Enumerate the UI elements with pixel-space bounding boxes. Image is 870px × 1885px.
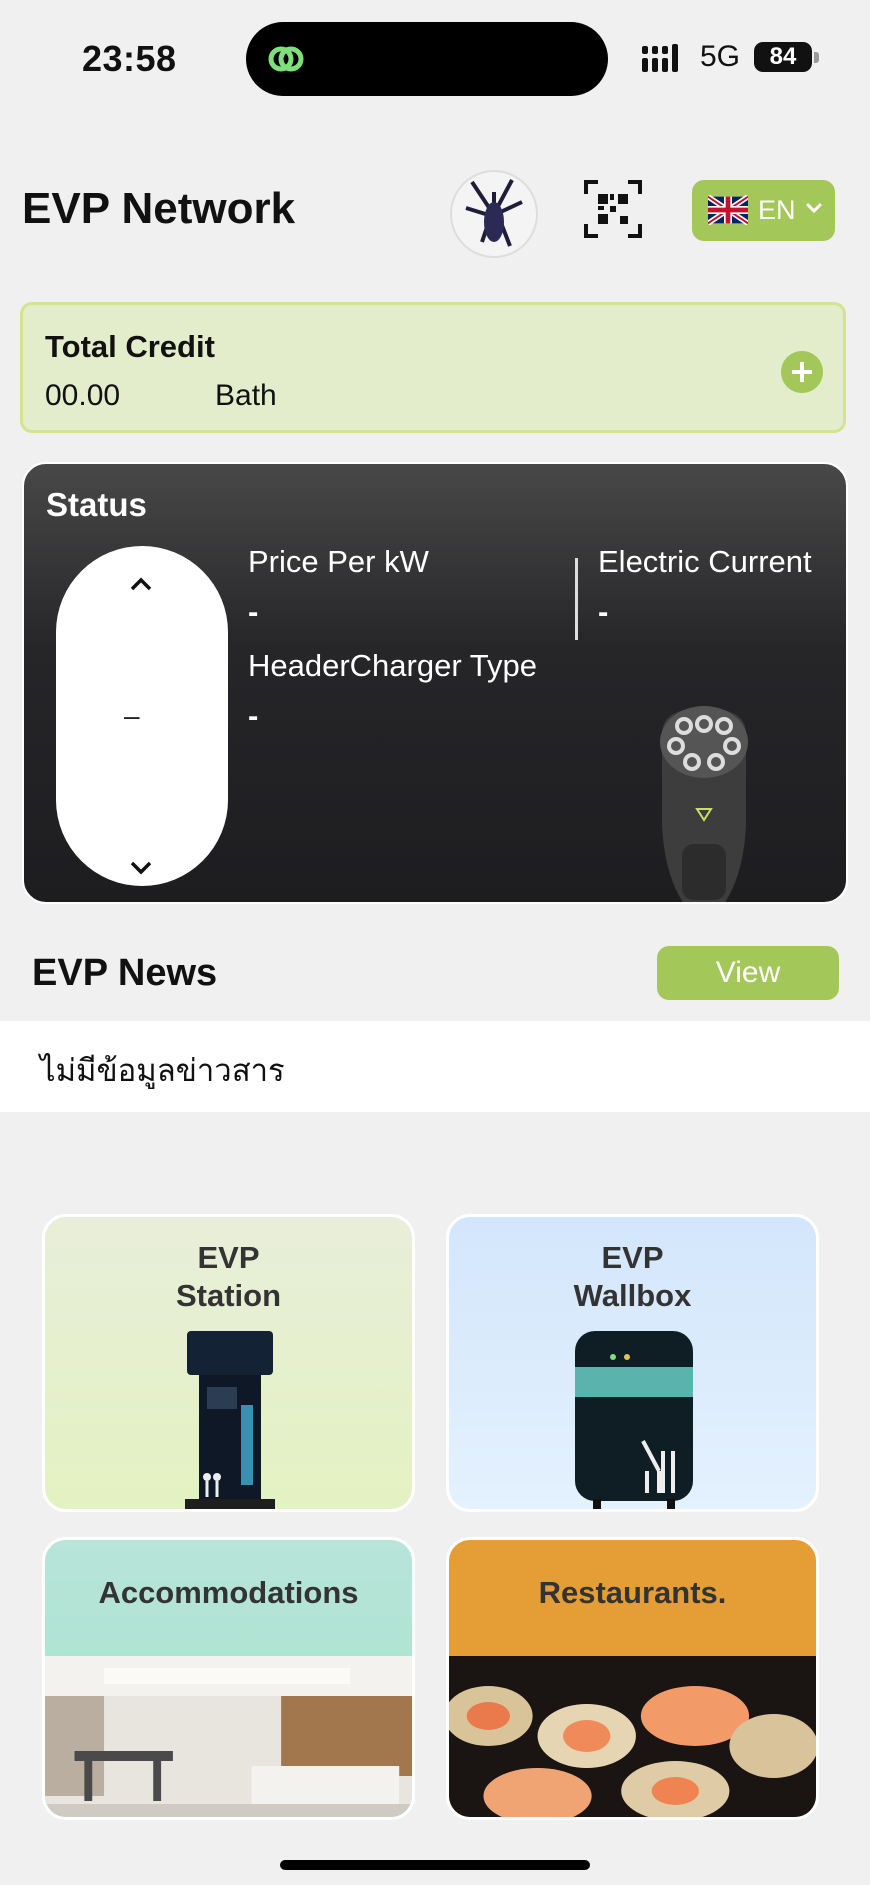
home-indicator[interactable] xyxy=(280,1860,590,1870)
restaurant-image xyxy=(449,1656,816,1817)
charger-type-label: HeaderCharger Type xyxy=(248,648,537,683)
page-title: EVP Network xyxy=(22,184,296,233)
total-credit-card: Total Credit 00.00 Bath xyxy=(20,302,846,433)
tile-title: Accommodations xyxy=(98,1575,359,1610)
accommodations-tile[interactable]: Accommodations xyxy=(42,1537,415,1820)
language-label: EN xyxy=(758,195,796,225)
status-time: 23:58 xyxy=(82,38,177,79)
ev-connector-icon xyxy=(660,706,748,902)
evp-wallbox-tile[interactable]: EVP Wallbox xyxy=(446,1214,819,1512)
chevron-down-icon xyxy=(805,202,823,214)
chevron-down-icon[interactable] xyxy=(126,856,156,880)
charger-picker[interactable]: – xyxy=(56,546,228,886)
tile-title-line2: Station xyxy=(175,1278,282,1313)
credit-title: Total Credit xyxy=(45,329,215,364)
uk-flag-icon xyxy=(708,195,748,225)
electric-current-label: Electric Current xyxy=(598,544,812,579)
price-per-kw-label: Price Per kW xyxy=(248,544,429,579)
language-selector[interactable]: EN xyxy=(692,180,835,241)
price-per-kw-value: - xyxy=(248,594,259,629)
tile-title: Restaurants. xyxy=(538,1575,727,1610)
divider xyxy=(575,558,578,640)
credit-unit: Bath xyxy=(215,379,277,412)
charger-type-value: - xyxy=(248,698,259,733)
news-title: EVP News xyxy=(32,952,218,994)
status-title: Status xyxy=(46,486,147,523)
tile-title-line1: EVP xyxy=(197,1240,260,1275)
tile-title-line2: Wallbox xyxy=(573,1278,692,1313)
news-list: ไม่มีข้อมูลข่าวสาร xyxy=(0,1021,870,1112)
tile-title-line1: EVP xyxy=(601,1240,664,1275)
avatar-image xyxy=(465,179,523,247)
avatar[interactable] xyxy=(450,170,538,258)
battery-level: 84 xyxy=(754,42,812,72)
add-credit-button[interactable] xyxy=(781,351,823,393)
evp-station-tile[interactable]: EVP Station xyxy=(42,1214,415,1512)
chevron-up-icon[interactable] xyxy=(126,572,156,596)
wallbox-image xyxy=(575,1331,693,1509)
accommodation-image xyxy=(45,1656,412,1817)
charging-station-image xyxy=(185,1331,275,1509)
qr-code-icon[interactable] xyxy=(584,180,642,238)
picker-value: – xyxy=(124,700,140,731)
electric-current-value: - xyxy=(598,594,609,629)
restaurants-tile[interactable]: Restaurants. xyxy=(446,1537,819,1820)
view-news-button[interactable]: View xyxy=(657,946,839,1000)
link-rings-icon xyxy=(268,46,304,72)
signal-icon xyxy=(642,44,678,72)
status-card: Status – Price Per kW - Electric Current… xyxy=(22,462,848,904)
dynamic-island xyxy=(246,22,608,96)
credit-amount: 00.00 xyxy=(45,379,121,412)
news-empty-text: ไม่มีข้อมูลข่าวสาร xyxy=(40,1053,285,1088)
network-type: 5G xyxy=(700,40,741,73)
battery-icon xyxy=(814,52,819,63)
